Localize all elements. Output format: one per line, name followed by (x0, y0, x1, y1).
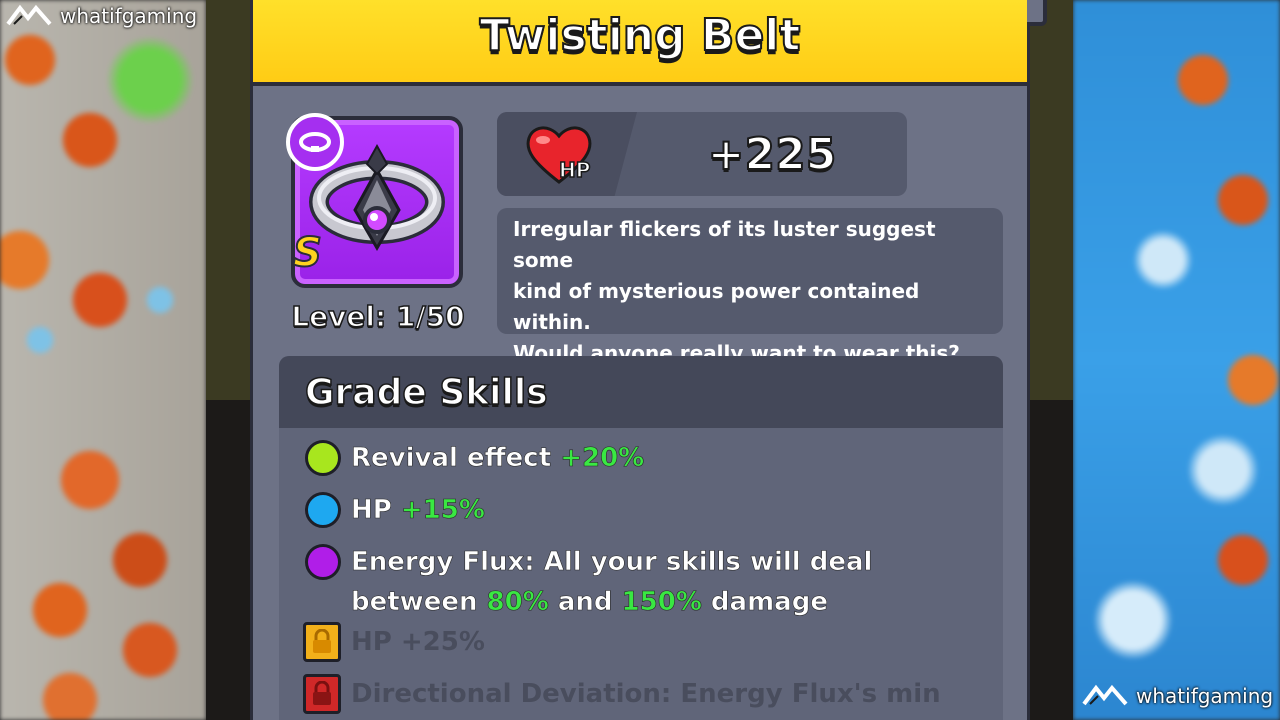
grade-badge: S (292, 229, 323, 277)
skill-row-locked: Directional Deviation: Energy Flux's min (303, 674, 941, 714)
item-level: Level: 1/50 (291, 299, 466, 334)
skill-row: Energy Flux: All your skills will deal b… (305, 542, 873, 622)
skill-row: Revival effect +20% (305, 438, 645, 478)
frame-side-left (206, 0, 250, 400)
item-detail-panel: ✕✕ Twisting Belt S Level: 1/50 (250, 0, 1047, 720)
skill-text-part: between (351, 587, 487, 618)
stat-box: HP +225 (497, 112, 907, 196)
description-line: kind of mysterious power contained withi… (513, 279, 920, 334)
stat-icon-label: HP (558, 157, 591, 183)
skill-bonus: 150% (621, 587, 702, 618)
belt-slot-icon (299, 132, 331, 152)
skill-text: HP +15% (351, 490, 486, 530)
grade-skills-header: Grade Skills (279, 356, 1003, 428)
skill-text-part: damage (701, 587, 829, 618)
skill-locked-text: Directional Deviation: Energy Flux's min (351, 679, 941, 709)
skill-row-locked: HP +25% (303, 622, 485, 662)
skill-name: HP (351, 495, 401, 526)
green-dot-icon (305, 440, 341, 476)
lock-icon (303, 674, 341, 714)
watermark-logo-icon (1082, 684, 1128, 706)
skill-name: Revival effect (351, 443, 561, 474)
belt-slot-badge (286, 113, 344, 171)
watermark-bottom-right: whatifgaming (1082, 684, 1273, 708)
background-left (0, 0, 206, 720)
skill-text-part: and (548, 587, 622, 618)
item-description: Irregular flickers of its luster suggest… (497, 208, 1003, 365)
skill-text: Energy Flux: All your skills will deal b… (351, 542, 873, 622)
frame-side-right (1030, 0, 1073, 400)
watermark-text: whatifgaming (60, 4, 198, 28)
blue-dot-icon (305, 492, 341, 528)
skill-bonus: 80% (486, 587, 549, 618)
watermark-logo-icon (6, 4, 52, 26)
background-right (1073, 0, 1280, 720)
purple-dot-icon (305, 544, 341, 580)
skill-row: HP +15% (305, 490, 485, 530)
grade-skills-section: Grade Skills Revival effect +20% HP +15%… (279, 356, 1003, 720)
item-title: Twisting Belt (479, 9, 802, 62)
description-line: Irregular flickers of its luster suggest… (513, 217, 936, 272)
watermark-top-left: whatifgaming (6, 4, 197, 28)
title-banner: Twisting Belt (253, 0, 1027, 86)
watermark-text: whatifgaming (1136, 684, 1274, 708)
stat-value: +225 (707, 128, 838, 181)
skill-line: Energy Flux: All your skills will deal (351, 547, 873, 578)
skill-line: between 80% and 150% damage (351, 582, 872, 622)
skill-locked-text: HP +25% (351, 627, 485, 657)
lock-icon (303, 622, 341, 662)
skill-bonus: +15% (400, 495, 486, 526)
skill-bonus: +20% (560, 443, 645, 474)
skill-text: Revival effect +20% (351, 438, 645, 478)
grade-skills-title: Grade Skills (304, 371, 548, 414)
